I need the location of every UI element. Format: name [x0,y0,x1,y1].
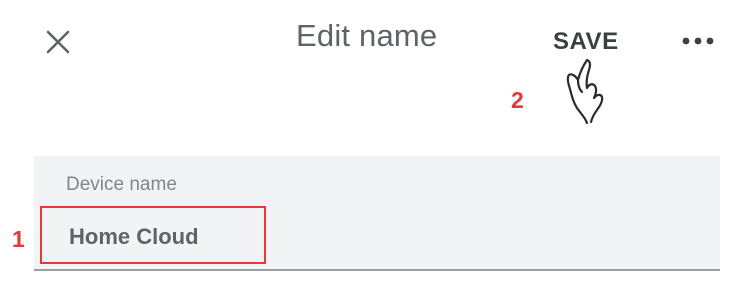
device-name-highlight: Home Cloud [40,206,266,264]
device-name-label: Device name [66,174,177,195]
page-title: Edit name [296,18,438,53]
more-options-button[interactable] [676,26,720,56]
step-2-label: 2 [511,87,524,113]
more-horizontal-icon [682,37,714,45]
hand-pointer-icon [566,58,604,124]
device-name-input-value[interactable]: Home Cloud [69,224,199,250]
save-button[interactable]: SAVE [553,28,619,56]
close-icon [46,30,70,54]
device-name-field[interactable]: Device name Home Cloud [34,156,720,271]
close-button[interactable] [38,22,78,62]
step-1-label: 1 [12,226,25,252]
